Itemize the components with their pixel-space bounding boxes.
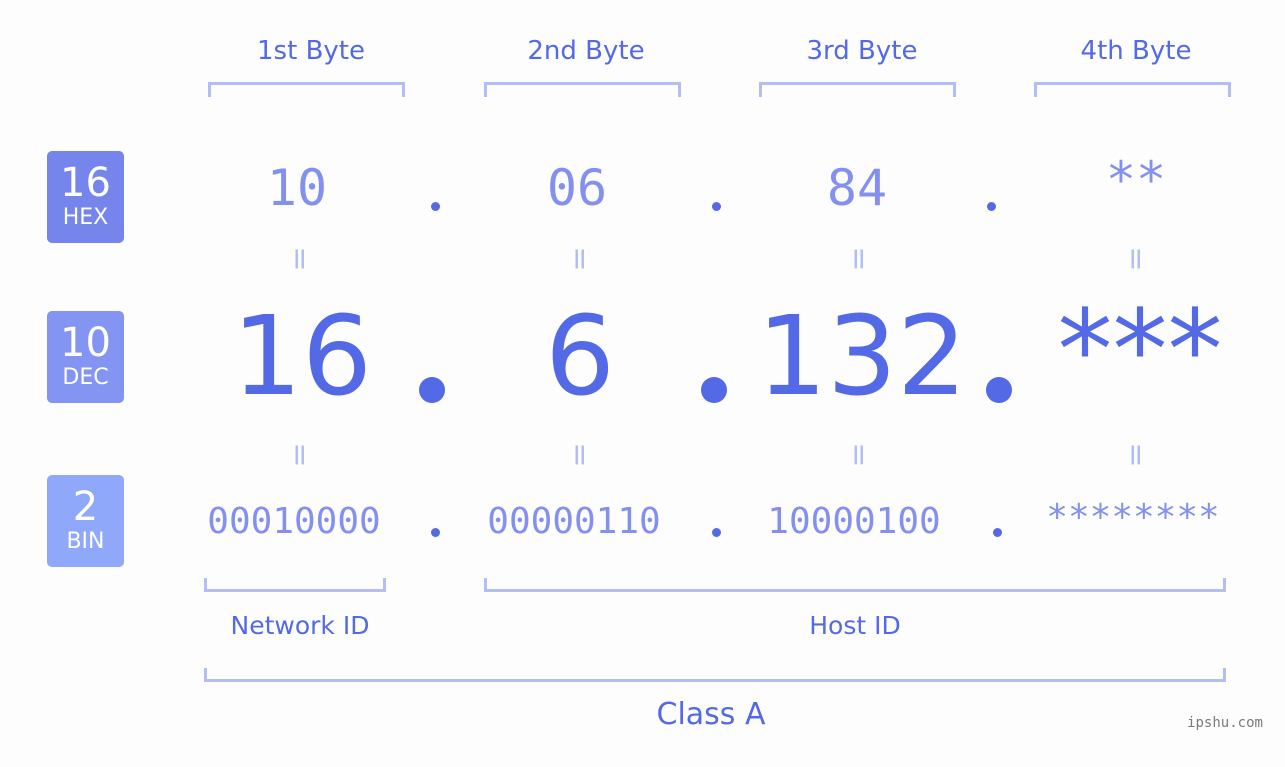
network-id-bracket bbox=[204, 578, 386, 592]
byte-header-4: 4th Byte bbox=[1080, 36, 1192, 66]
dec-dot-2 bbox=[701, 377, 727, 403]
equals-glyph: = bbox=[1118, 442, 1154, 468]
bin-byte-3: 10000100 bbox=[767, 501, 941, 542]
hex-byte-1: 10 bbox=[266, 159, 328, 217]
hex-byte-4: ** bbox=[1105, 151, 1167, 209]
byte-bracket-4 bbox=[1034, 82, 1231, 97]
hex-base-number: 16 bbox=[60, 160, 111, 206]
byte-header-1: 1st Byte bbox=[257, 36, 365, 66]
hex-base-label: HEX bbox=[62, 205, 109, 230]
hex-dot-3 bbox=[987, 202, 996, 211]
equals-glyph: = bbox=[841, 246, 877, 272]
network-id-label: Network ID bbox=[230, 611, 370, 640]
equals-glyph: = bbox=[841, 442, 877, 468]
class-bracket bbox=[204, 668, 1226, 682]
host-id-bracket bbox=[484, 578, 1226, 592]
equals-glyph: = bbox=[282, 246, 318, 272]
equals-sign: = bbox=[829, 440, 889, 470]
hex-byte-2: 06 bbox=[546, 159, 608, 217]
hex-dot-2 bbox=[712, 202, 721, 211]
class-label: Class A bbox=[656, 697, 766, 732]
bin-dot-1 bbox=[431, 528, 440, 537]
hex-byte-3: 84 bbox=[826, 159, 888, 217]
equals-sign: = bbox=[270, 244, 330, 274]
hex-badge: 16 HEX bbox=[47, 151, 124, 243]
dec-byte-4: *** bbox=[1057, 286, 1223, 414]
host-id-label: Host ID bbox=[809, 611, 901, 640]
equals-sign: = bbox=[829, 244, 889, 274]
equals-sign: = bbox=[550, 244, 610, 274]
equals-sign: = bbox=[270, 440, 330, 470]
equals-sign: = bbox=[1106, 244, 1166, 274]
dec-byte-3: 132 bbox=[757, 292, 967, 420]
equals-sign: = bbox=[550, 440, 610, 470]
bin-dot-2 bbox=[712, 528, 721, 537]
hex-dot-1 bbox=[431, 202, 440, 211]
byte-header-2: 2nd Byte bbox=[527, 36, 645, 66]
bin-base-label: BIN bbox=[66, 529, 105, 554]
byte-bracket-2 bbox=[484, 82, 681, 97]
dec-base-label: DEC bbox=[62, 365, 109, 390]
dec-base-number: 10 bbox=[60, 320, 111, 366]
dec-dot-1 bbox=[419, 377, 445, 403]
bin-byte-1: 00010000 bbox=[207, 501, 381, 542]
equals-glyph: = bbox=[282, 442, 318, 468]
dec-byte-1: 16 bbox=[232, 292, 372, 420]
equals-sign: = bbox=[1106, 440, 1166, 470]
bin-dot-3 bbox=[993, 528, 1002, 537]
equals-glyph: = bbox=[1118, 246, 1154, 272]
bin-byte-2: 00000110 bbox=[487, 501, 661, 542]
dec-badge: 10 DEC bbox=[47, 311, 124, 403]
watermark: ipshu.com bbox=[1187, 715, 1263, 731]
equals-glyph: = bbox=[562, 442, 598, 468]
byte-bracket-3 bbox=[759, 82, 956, 97]
byte-bracket-1 bbox=[208, 82, 405, 97]
bin-badge: 2 BIN bbox=[47, 475, 124, 567]
dec-byte-2: 6 bbox=[545, 292, 615, 420]
byte-header-3: 3rd Byte bbox=[806, 36, 918, 66]
equals-glyph: = bbox=[562, 246, 598, 272]
bin-base-number: 2 bbox=[72, 484, 99, 530]
dec-dot-3 bbox=[986, 377, 1012, 403]
bin-byte-4: ******** bbox=[1046, 497, 1220, 538]
